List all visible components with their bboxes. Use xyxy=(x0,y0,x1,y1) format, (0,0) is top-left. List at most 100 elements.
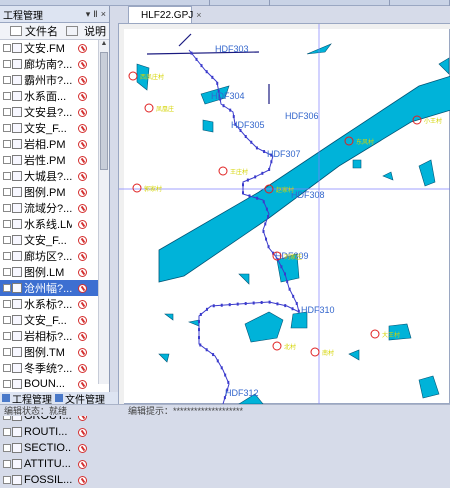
layer-checkbox[interactable] xyxy=(3,140,11,148)
scroll-up-icon[interactable]: ▲ xyxy=(99,40,109,50)
station-label[interactable]: HDF305 xyxy=(231,120,265,130)
layer-checkbox[interactable] xyxy=(3,124,11,132)
menu-item[interactable] xyxy=(210,0,270,6)
file-row[interactable]: FOSSIL... xyxy=(0,472,109,488)
file-name: 文安县?... xyxy=(24,107,72,119)
layer-checkbox[interactable] xyxy=(3,268,11,276)
file-row[interactable]: ATTITU... xyxy=(0,456,109,472)
file-row[interactable]: 文安县?... xyxy=(0,104,109,120)
layer-checkbox[interactable] xyxy=(3,444,11,452)
file-row[interactable]: 岩相.PM xyxy=(0,136,109,152)
route-tick xyxy=(280,265,283,269)
layer-checkbox[interactable] xyxy=(3,380,11,388)
layer-checkbox[interactable] xyxy=(3,156,11,164)
station-label[interactable]: HDF312 xyxy=(225,388,259,398)
column-label[interactable]: 说明 xyxy=(84,23,106,39)
map-canvas[interactable]: HDF303 HDF304 HDF305 HDF306 HDF307 HDF308 HDF3… xyxy=(119,24,450,405)
file-row[interactable]: 水系标?... xyxy=(0,296,109,312)
village-marker[interactable] xyxy=(310,347,320,357)
file-row[interactable]: 霸州市?... xyxy=(0,72,109,88)
tab-project[interactable]: 工程管理 xyxy=(2,392,52,406)
layer-checkbox[interactable] xyxy=(3,220,11,228)
file-row[interactable]: 文安.FM xyxy=(0,40,109,56)
close-icon[interactable]: × xyxy=(101,9,106,20)
village-name: 西凤庄村 xyxy=(140,73,164,81)
route-tick xyxy=(262,200,265,204)
file-name: ATTITU... xyxy=(24,458,71,470)
select-all-checkbox[interactable] xyxy=(10,26,22,36)
layer-checkbox[interactable] xyxy=(3,460,11,468)
dropdown-icon[interactable]: ▾ xyxy=(86,9,91,20)
layer-checkbox[interactable] xyxy=(3,188,11,196)
file-row[interactable]: 文安_F... xyxy=(0,232,109,248)
file-row[interactable]: 文安_F... xyxy=(0,120,109,136)
file-row[interactable]: 水系面... xyxy=(0,88,109,104)
column-name[interactable]: 文件名 xyxy=(25,23,63,39)
layer-checkbox[interactable] xyxy=(3,348,11,356)
layer-checkbox[interactable] xyxy=(3,44,11,52)
route-tick xyxy=(260,300,263,304)
file-row[interactable]: 图例.TM xyxy=(0,344,109,360)
village-marker[interactable] xyxy=(144,103,154,113)
layer-checkbox[interactable] xyxy=(3,76,11,84)
file-row[interactable]: 岩性.PM xyxy=(0,152,109,168)
file-row[interactable]: 岩相标?... xyxy=(0,328,109,344)
file-row[interactable]: 图例.LM xyxy=(0,264,109,280)
village-marker[interactable] xyxy=(132,183,142,193)
layer-checkbox[interactable] xyxy=(3,236,11,244)
village-marker[interactable] xyxy=(218,166,228,176)
layer-checkbox[interactable] xyxy=(3,60,11,68)
file-row[interactable]: 文安_F... xyxy=(0,312,109,328)
village-marker[interactable] xyxy=(370,329,380,339)
layer-checkbox[interactable] xyxy=(3,204,11,212)
station-label[interactable]: HDF304 xyxy=(211,91,245,101)
file-name: ROUTI... xyxy=(24,426,68,438)
layer-checkbox[interactable] xyxy=(3,476,11,484)
station-label[interactable]: HDF310 xyxy=(301,305,335,315)
village-name: 郭家村 xyxy=(144,185,162,193)
menu-item[interactable] xyxy=(390,0,450,6)
file-row[interactable]: 大城县?... xyxy=(0,168,109,184)
layer-checkbox[interactable] xyxy=(3,108,11,116)
layer-checkbox[interactable] xyxy=(3,172,11,180)
tab-files[interactable]: 文件管理 xyxy=(55,392,105,406)
route-tick xyxy=(297,309,300,313)
layer-checkbox[interactable] xyxy=(3,92,11,100)
document-tab[interactable]: HLF22.GPJ × xyxy=(128,6,202,23)
layer-checkbox[interactable] xyxy=(3,332,11,340)
village-marker[interactable] xyxy=(128,71,138,81)
layer-checkbox[interactable] xyxy=(3,300,11,308)
file-list: 文安.FM 廊坊南?... 霸州市?... 水系面... 文安县?... 文安_F... 岩… xyxy=(0,40,109,488)
station-label[interactable]: HDF306 xyxy=(285,111,319,121)
file-list-scrollbar[interactable]: ▲ xyxy=(98,40,109,384)
file-row[interactable]: ROUTI... xyxy=(0,424,109,440)
layer-checkbox[interactable] xyxy=(3,284,11,292)
map-view[interactable]: HDF303 HDF304 HDF305 HDF306 HDF307 HDF308 HDF3… xyxy=(118,23,450,405)
station-label[interactable]: HDF303 xyxy=(215,44,249,54)
layer-checkbox[interactable] xyxy=(3,252,11,260)
file-row[interactable]: SECTIO... xyxy=(0,440,109,456)
layer-checkbox[interactable] xyxy=(3,316,11,324)
route-tick xyxy=(276,302,279,306)
station-label[interactable]: HDF307 xyxy=(267,149,301,159)
file-row[interactable]: 图例.PM xyxy=(0,184,109,200)
menu-item[interactable] xyxy=(270,0,390,6)
file-icon xyxy=(12,267,22,277)
pin-icon[interactable]: Ⅱ xyxy=(93,9,97,20)
file-row[interactable]: 沧州幅?... xyxy=(0,280,109,296)
village-marker[interactable] xyxy=(272,341,282,351)
file-name: 文安.FM xyxy=(24,43,65,55)
layer-checkbox[interactable] xyxy=(3,364,11,372)
layer-checkbox[interactable] xyxy=(3,428,11,436)
village-name: 大王村 xyxy=(382,331,400,339)
file-row[interactable]: 流域分?... xyxy=(0,200,109,216)
route-tick xyxy=(205,307,208,311)
file-name: SECTIO... xyxy=(24,442,72,454)
station-label[interactable]: HDF308 xyxy=(291,190,325,200)
scroll-thumb[interactable] xyxy=(100,52,108,170)
file-row[interactable]: 廊坊南?... xyxy=(0,56,109,72)
close-tab-icon[interactable]: × xyxy=(196,10,201,20)
file-row[interactable]: 水系线.LM xyxy=(0,216,109,232)
file-row[interactable]: 冬季统?... xyxy=(0,360,109,376)
file-row[interactable]: 廊坊区?... xyxy=(0,248,109,264)
